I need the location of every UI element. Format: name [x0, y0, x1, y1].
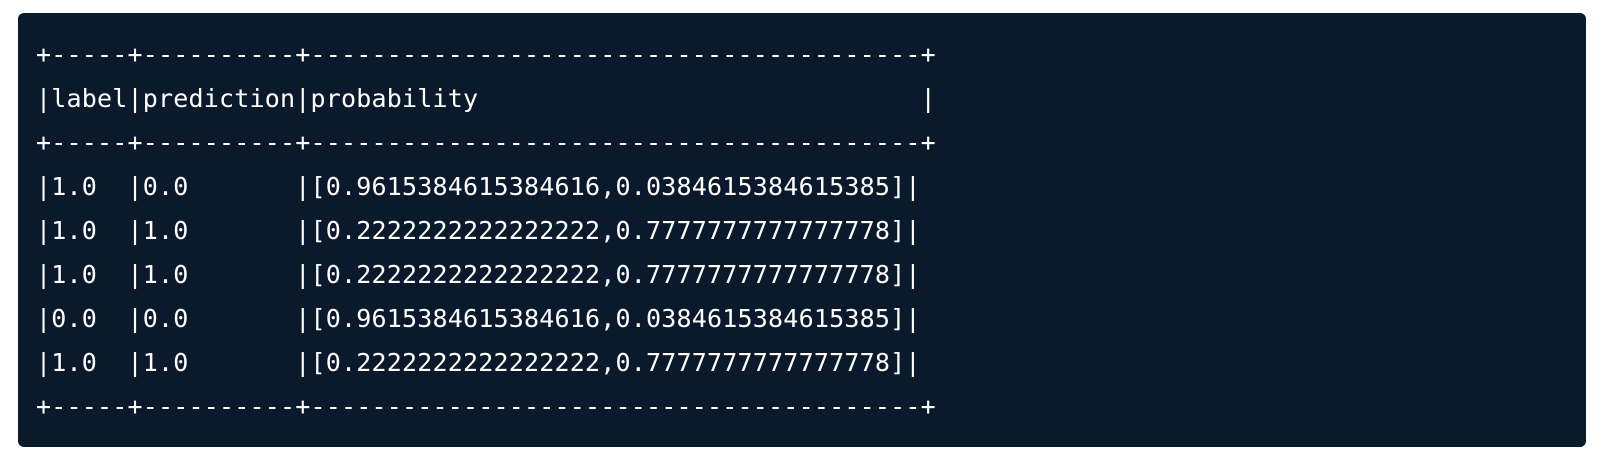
table-row: |1.0 |1.0 |[0.2222222222222222,0.7777777… — [36, 216, 921, 245]
table-border-header: +-----+----------+----------------------… — [36, 128, 936, 157]
table-header-row: |label|prediction|probability | — [36, 84, 936, 113]
table-row: |1.0 |1.0 |[0.2222222222222222,0.7777777… — [36, 348, 921, 377]
table-row: |1.0 |0.0 |[0.9615384615384616,0.0384615… — [36, 172, 921, 201]
code-output-block: +-----+----------+----------------------… — [18, 13, 1586, 447]
table-border-bottom: +-----+----------+----------------------… — [36, 392, 936, 421]
table-row: |1.0 |1.0 |[0.2222222222222222,0.7777777… — [36, 260, 921, 289]
table-output: +-----+----------+----------------------… — [36, 33, 936, 429]
table-row: |0.0 |0.0 |[0.9615384615384616,0.0384615… — [36, 304, 921, 333]
table-border-top: +-----+----------+----------------------… — [36, 40, 936, 69]
